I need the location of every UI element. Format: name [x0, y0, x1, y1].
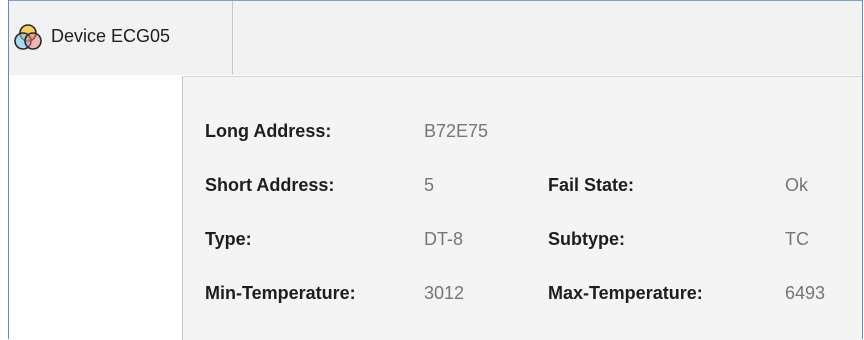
- window-frame: [8, 0, 863, 339]
